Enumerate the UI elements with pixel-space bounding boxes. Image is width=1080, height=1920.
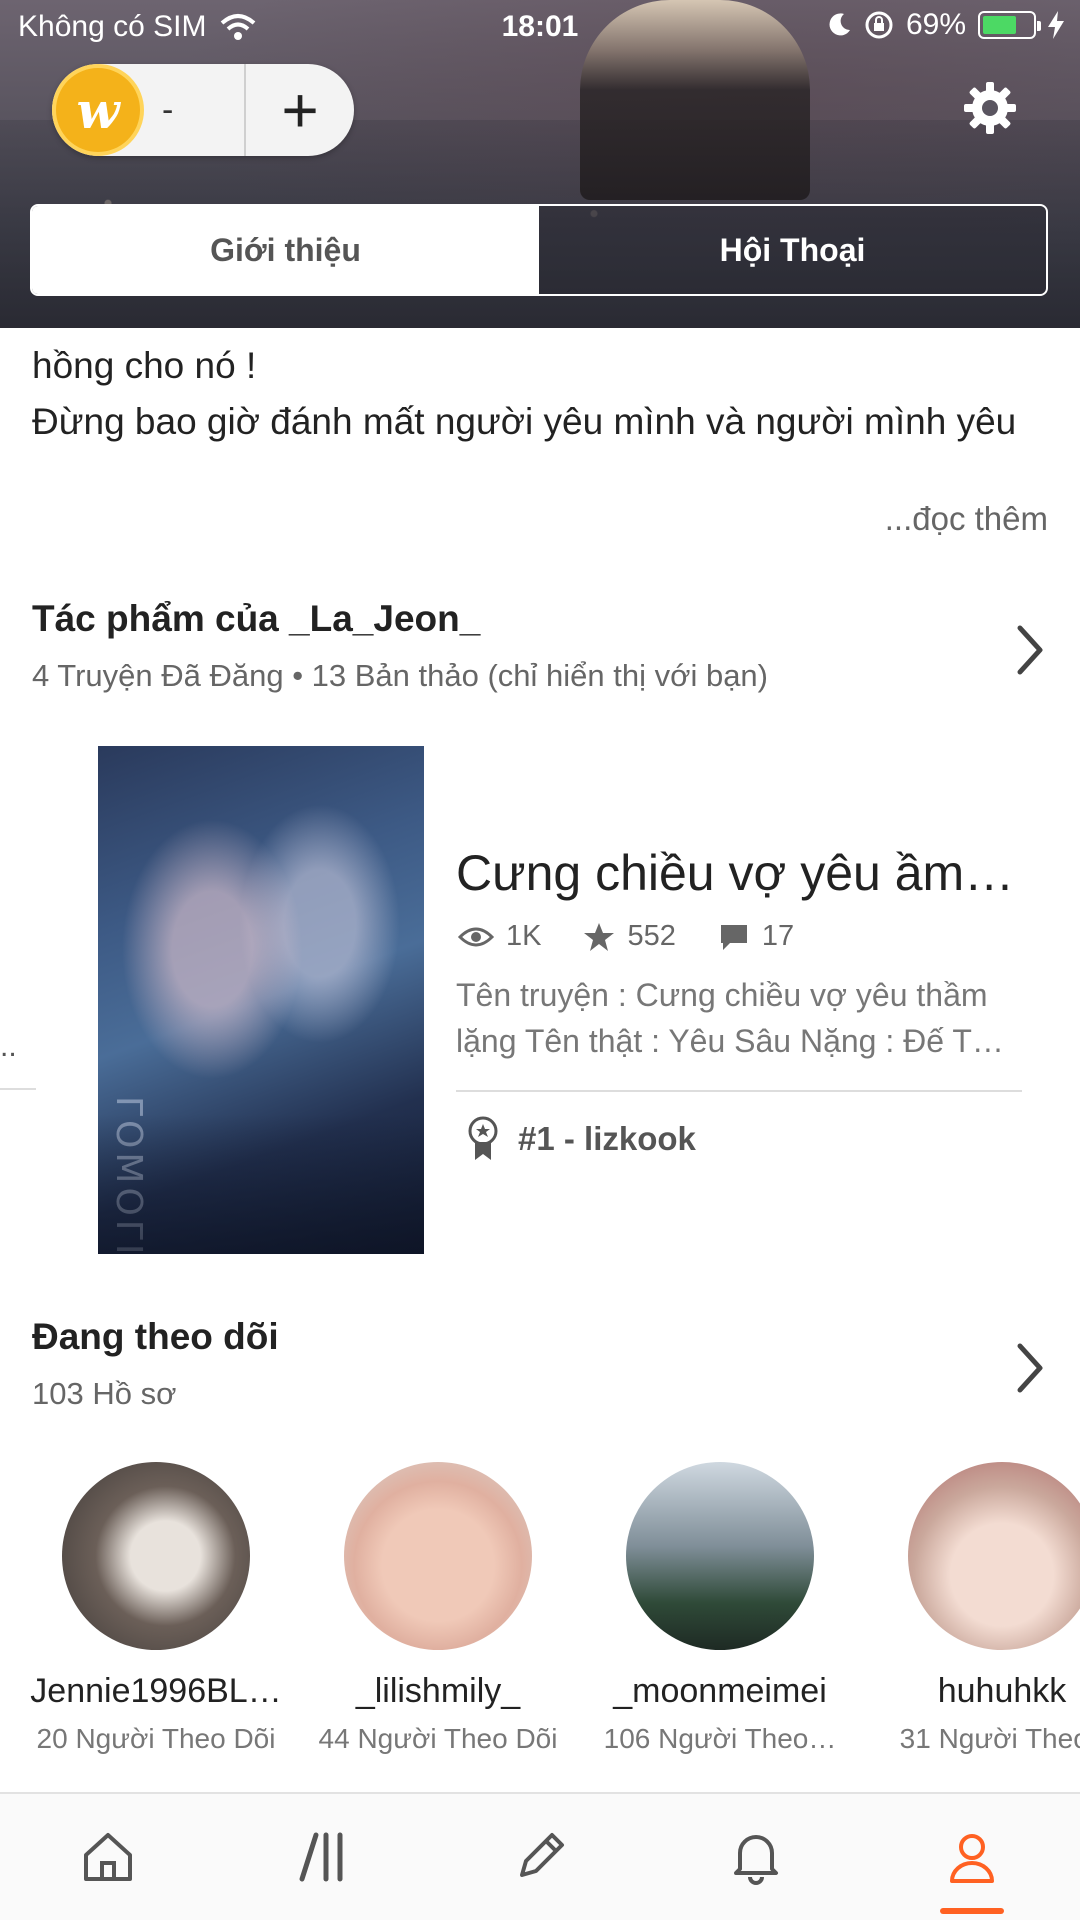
story-divider — [456, 1090, 1022, 1092]
follower-count: 44 Người Theo Dõi — [318, 1723, 558, 1754]
write-icon[interactable] — [512, 1829, 568, 1885]
home-icon[interactable] — [80, 1829, 136, 1885]
story-description: Tên truyện : Cưng chiều vợ yêu thầm lặng… — [456, 972, 1026, 1064]
coin-count: - — [162, 90, 174, 129]
votes-count: 552 — [627, 920, 676, 952]
following-user[interactable]: huhuhkk 31 Người Theo I — [862, 1462, 1080, 1755]
username[interactable]: _moonmeimei — [580, 1672, 860, 1711]
avatar[interactable] — [344, 1462, 532, 1650]
chevron-right-icon[interactable] — [1010, 1338, 1050, 1398]
following-list: Jennie1996BL… 20 Người Theo Dõi _lilishm… — [0, 1462, 1080, 1762]
comments-stat: 17 — [718, 920, 794, 953]
follower-count: 20 Người Theo Dõi — [36, 1723, 276, 1754]
cover-text: ΓΟΜΟΓΙ — [108, 1096, 149, 1254]
avatar[interactable] — [62, 1462, 250, 1650]
story-title[interactable]: Cưng chiều vợ yêu ầm l… — [456, 844, 1016, 902]
buy-coins-button[interactable]: + — [246, 73, 354, 147]
profile-tabs: Giới thiệu Hội Thoại — [30, 204, 1048, 296]
wattpad-coin-icon: w — [52, 64, 144, 156]
moon-icon — [829, 13, 850, 36]
bottom-navigation — [0, 1792, 1080, 1920]
chevron-right-icon[interactable] — [1010, 620, 1050, 680]
username[interactable]: Jennie1996BL… — [16, 1672, 296, 1711]
status-right: 69% — [826, 8, 1064, 42]
rotation-lock-icon — [865, 11, 893, 39]
comment-icon — [720, 924, 747, 950]
works-section-subtitle: 4 Truyện Đã Đăng • 13 Bản thảo (chỉ hiển… — [32, 658, 768, 693]
tab-about[interactable]: Giới thiệu — [32, 206, 539, 294]
notifications-icon[interactable] — [728, 1829, 784, 1885]
eye-icon — [458, 927, 494, 946]
story-rank: #1 - lizkook — [466, 1116, 696, 1162]
coin-balance-widget[interactable]: w - + — [52, 64, 354, 156]
works-section-title[interactable]: Tác phẩm của _La_Jeon_ — [32, 598, 480, 640]
profile-icon[interactable] — [944, 1829, 1000, 1885]
following-user[interactable]: Jennie1996BL… 20 Người Theo Dõi — [16, 1462, 296, 1755]
previous-card-edge: .. — [0, 1030, 17, 1063]
username[interactable]: huhuhkk — [862, 1672, 1080, 1711]
votes-stat: 552 — [583, 920, 676, 953]
battery-percent: 69% — [905, 8, 966, 41]
battery-icon — [978, 11, 1041, 39]
bio-text: hồng cho nó ! Đừng bao giờ đánh mất ngườ… — [32, 338, 1062, 450]
avatar[interactable] — [626, 1462, 814, 1650]
tab-conversations[interactable]: Hội Thoại — [539, 206, 1046, 294]
reads-stat: 1K — [458, 920, 541, 953]
nav-profile[interactable] — [864, 1794, 1080, 1920]
follower-count: 106 Người Theo… — [603, 1723, 837, 1754]
rank-label: #1 - lizkook — [518, 1120, 696, 1157]
nav-library[interactable] — [216, 1794, 432, 1920]
username[interactable]: _lilishmily_ — [298, 1672, 578, 1711]
rank-badge-icon — [468, 1116, 498, 1160]
following-user[interactable]: _lilishmily_ 44 Người Theo Dõi — [298, 1462, 578, 1755]
gear-icon[interactable] — [962, 80, 1018, 136]
story-description-line: Tên truyện : Cưng chiều vợ yêu thầm — [456, 977, 988, 1013]
story-description-line: lặng Tên thật : Yêu Sâu Nặng : Đế T… — [456, 1023, 1004, 1059]
reads-count: 1K — [506, 920, 542, 952]
following-section-subtitle: 103 Hồ sơ — [32, 1376, 177, 1411]
nav-home[interactable] — [0, 1794, 216, 1920]
charging-bolt-icon — [1048, 11, 1064, 39]
following-user[interactable]: _moonmeimei 106 Người Theo… — [580, 1462, 860, 1755]
story-stats: 1K 552 17 — [458, 920, 820, 953]
follower-count: 31 Người Theo I — [899, 1723, 1080, 1754]
previous-card-divider — [0, 1088, 36, 1090]
comments-count: 17 — [761, 920, 795, 952]
nav-write[interactable] — [432, 1794, 648, 1920]
bio-line: hồng cho nó ! — [32, 345, 257, 386]
bio-line: Đừng bao giờ đánh mất người yêu mình và … — [32, 401, 1017, 442]
avatar[interactable] — [908, 1462, 1080, 1650]
status-bar: Không có SIM 18:01 69% — [0, 0, 1080, 54]
nav-notifications[interactable] — [648, 1794, 864, 1920]
following-section-title[interactable]: Đang theo dõi — [32, 1316, 279, 1358]
library-icon[interactable] — [296, 1829, 352, 1885]
read-more-link[interactable]: ...đọc thêm — [885, 500, 1048, 538]
star-icon — [584, 922, 615, 951]
story-cover-image[interactable]: ΓΟΜΟΓΙ — [98, 746, 424, 1254]
